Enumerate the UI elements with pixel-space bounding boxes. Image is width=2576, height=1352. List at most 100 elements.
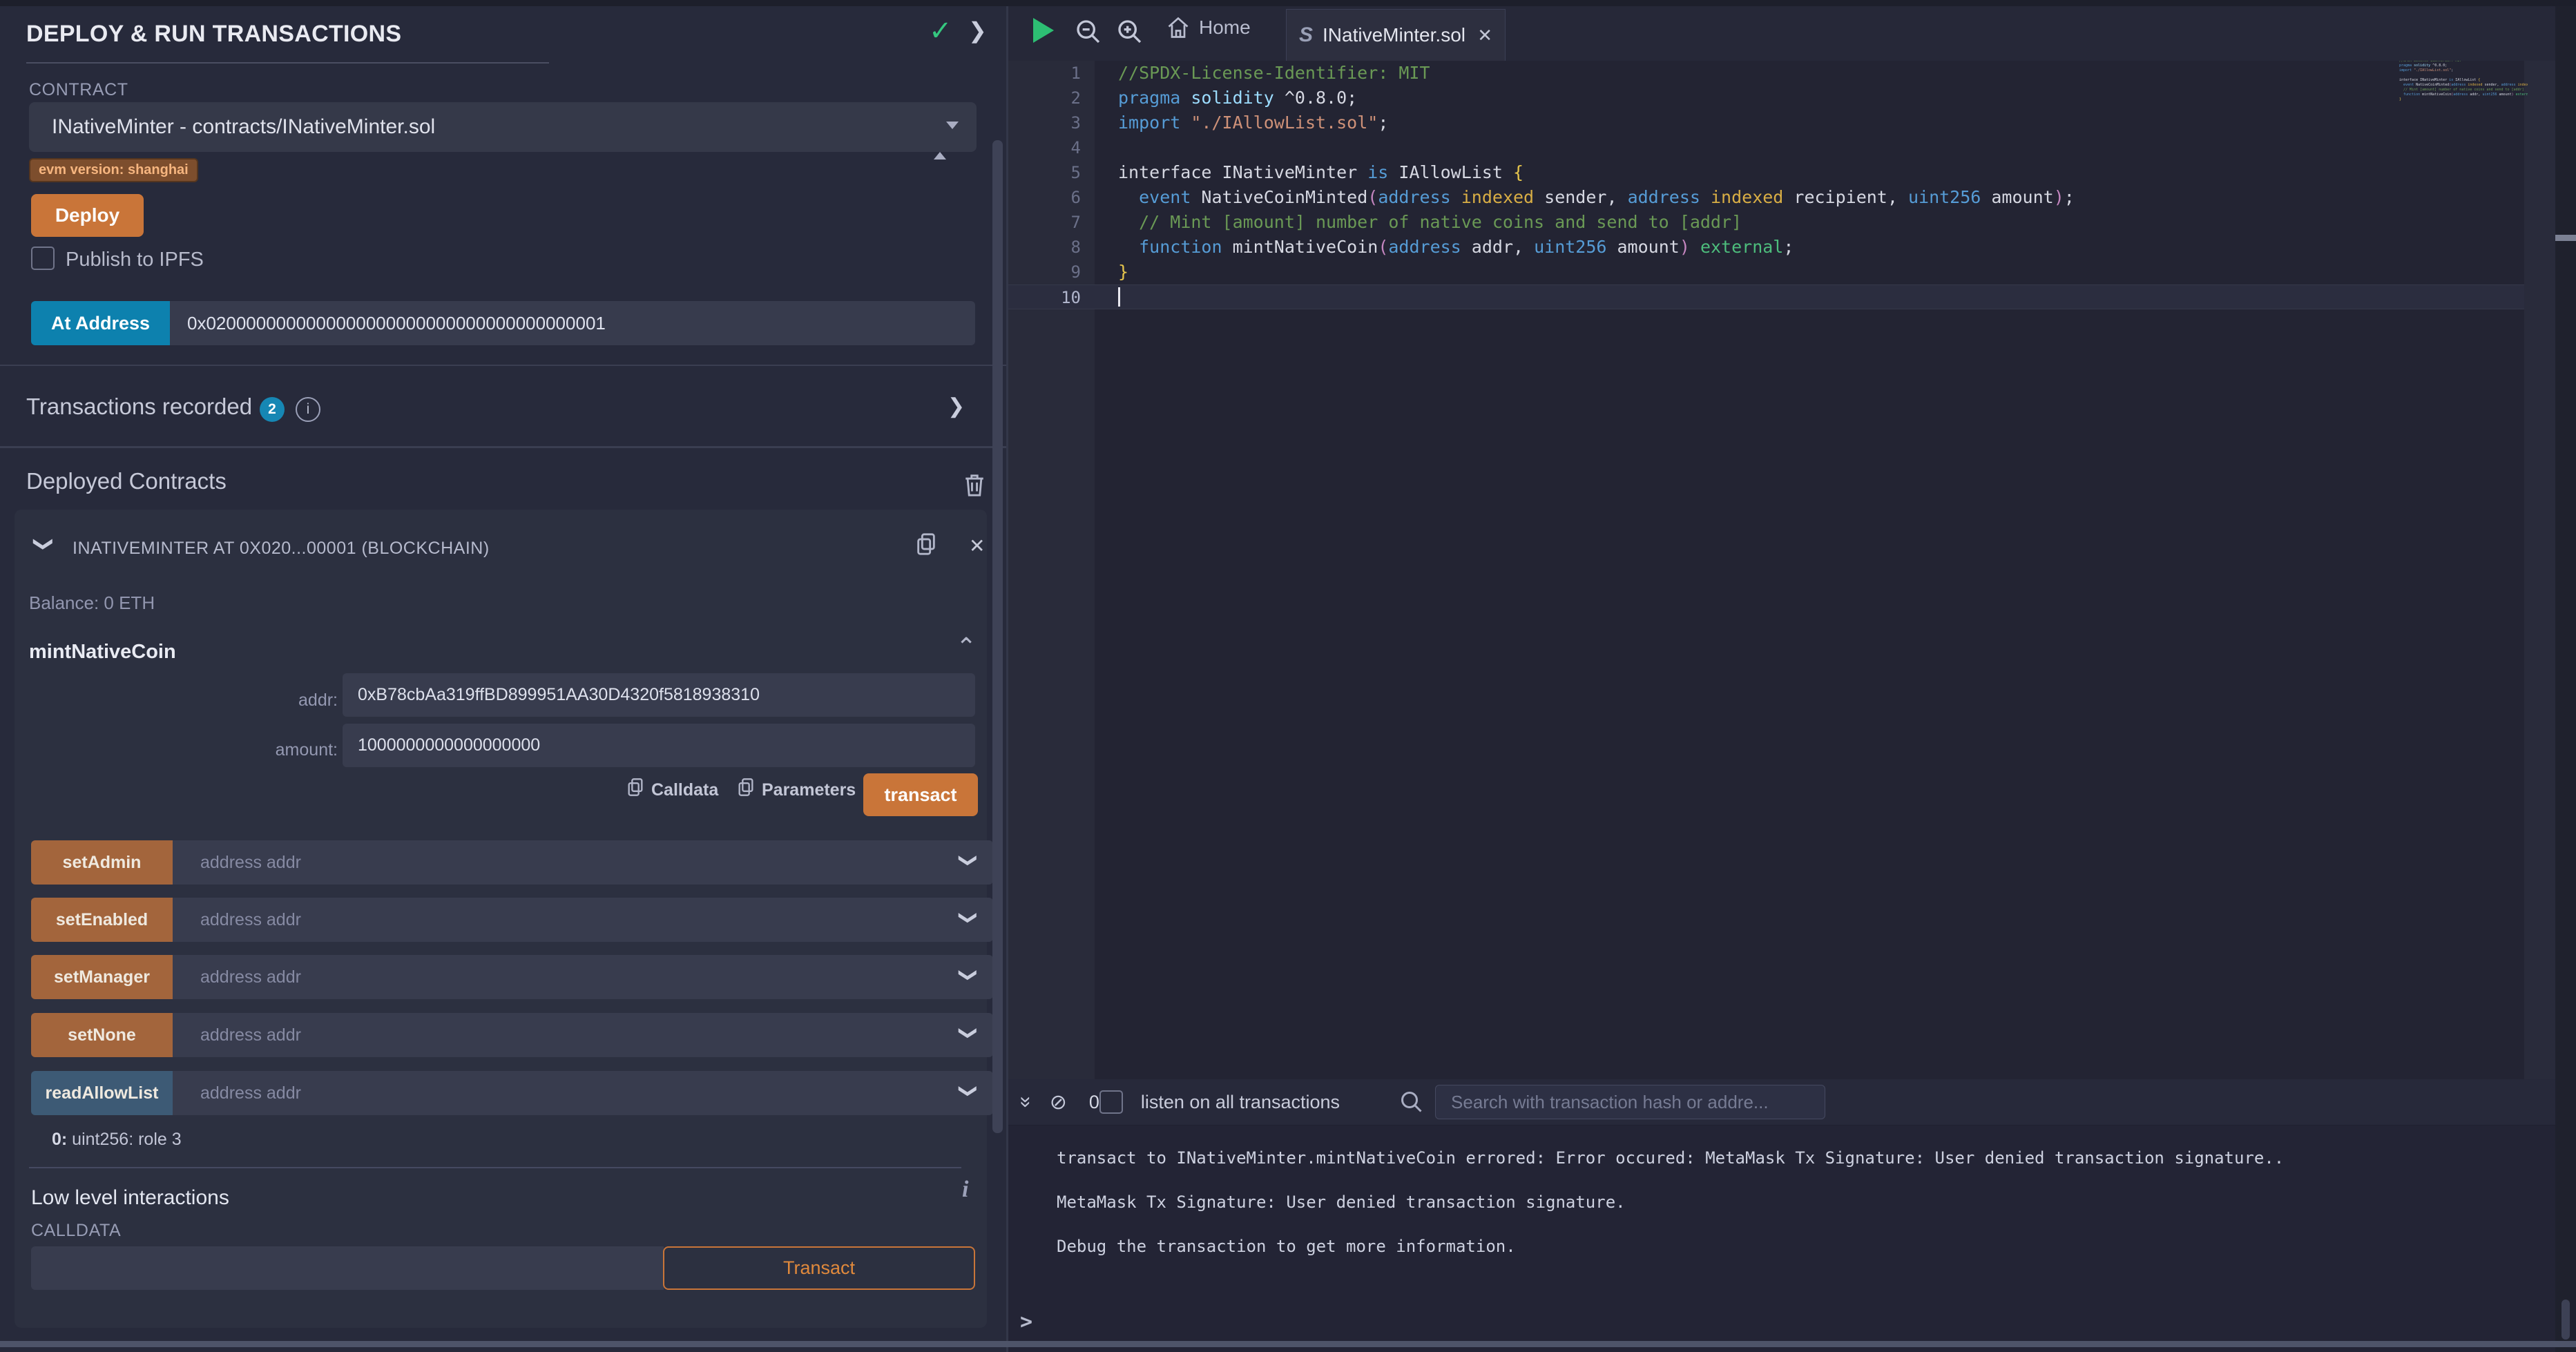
expand-args-icon[interactable]: ❯ [960,853,978,868]
evm-version-badge: evm version: shanghai [29,158,198,182]
code-editor: 1//SPDX-License-Identifier: MIT2pragma s… [1008,0,2555,1079]
solidity-file-icon: S [1299,23,1313,47]
deploy-run-panel: DEPLOY & RUN TRANSACTIONS ✓ ❯ CONTRACT I… [0,0,1006,1352]
editor-minimap[interactable]: //SPDX-License-Identifier: MITpragma sol… [2396,59,2528,107]
tab-inativeminter[interactable]: S INativeMinter.sol ✕ [1286,9,1506,61]
setnone-button[interactable]: setNone [31,1013,173,1057]
deploy-button[interactable]: Deploy [31,194,144,237]
section-divider [0,365,1006,366]
zoom-in-icon[interactable] [1116,18,1144,46]
transactions-recorded-label: Transactions recorded [26,394,252,420]
terminal-scrollbar-thumb[interactable] [2561,1300,2570,1340]
info-icon[interactable]: i [296,397,320,422]
setmanager-button[interactable]: setManager [31,955,173,999]
expand-args-icon[interactable]: ❯ [960,967,978,983]
select-arrows-icon [934,116,959,166]
terminal-message: MetaMask Tx Signature: User denied trans… [1057,1192,2555,1212]
editor-tabbar: Home S INativeMinter.sol ✕ [1008,0,2555,61]
compile-success-check-icon: ✓ [929,15,952,47]
terminal-header: » ⊘ 0 listen on all transactions [1008,1079,2555,1126]
tab-close-icon[interactable]: ✕ [1477,25,1492,46]
clear-contracts-trash-icon[interactable] [963,472,986,499]
home-icon [1166,15,1191,40]
copy-parameters-icon[interactable] [737,778,755,800]
publish-ipfs-label: Publish to IPFS [66,249,204,271]
deployed-contract-card: ❯ INATIVEMINTER AT 0X020...00001 (BLOCKC… [15,510,987,1328]
expand-args-icon[interactable]: ❯ [960,1025,978,1041]
remove-contract-icon[interactable]: ✕ [969,534,985,557]
terminal-body[interactable]: transact to INativeMinter.mintNativeCoin… [1008,1126,2555,1352]
low-level-title: Low level interactions [31,1186,229,1210]
card-divider [29,1167,961,1168]
section-divider [0,446,1006,448]
deployed-contracts-title: Deployed Contracts [26,468,227,494]
call-result: 0: uint256: role 3 [52,1130,182,1150]
contract-collapse-icon[interactable]: ❯ [35,536,54,552]
run-script-play-icon[interactable] [1033,18,1054,43]
transactions-expand-icon[interactable]: ❯ [948,396,965,417]
at-address-button[interactable]: At Address [31,301,170,345]
function-row-setnone: setNone ❯ [31,1013,993,1057]
contract-select[interactable]: INativeMinter - contracts/INativeMinter.… [29,102,977,152]
transact-button[interactable]: transact [863,773,978,816]
right-rail [2555,0,2576,1352]
terminal-prompt[interactable]: > [1020,1310,1032,1334]
copy-calldata-icon[interactable] [626,778,644,800]
low-level-info-icon[interactable]: i [962,1177,968,1203]
zoom-out-icon[interactable] [1075,18,1102,46]
contract-label: CONTRACT [29,80,128,100]
contract-select-value: INativeMinter - contracts/INativeMinter.… [52,115,435,138]
setenabled-button[interactable]: setEnabled [31,898,173,942]
tab-home-label: Home [1199,17,1251,39]
copy-address-icon[interactable] [915,532,937,556]
publish-ipfs-checkbox[interactable] [31,247,55,270]
clear-console-icon[interactable]: ⊘ [1050,1090,1067,1114]
readallowlist-button[interactable]: readAllowList [31,1071,173,1115]
call-result-index: 0: [52,1130,67,1149]
calldata-action-label[interactable]: Calldata [651,780,718,800]
param-addr-input[interactable] [343,673,975,717]
listen-transactions-checkbox[interactable] [1099,1090,1123,1114]
parameters-action-label[interactable]: Parameters [762,780,856,800]
expand-args-icon[interactable]: ❯ [960,910,978,925]
editor-scroll-track[interactable] [2524,0,2555,1079]
listen-transactions-label: listen on all transactions [1141,1092,1340,1113]
terminal: » ⊘ 0 listen on all transactions transac… [1008,1079,2555,1352]
call-result-value: uint256: role 3 [67,1130,181,1149]
panel-collapse-icon[interactable]: ❯ [968,19,987,41]
setadmin-input[interactable] [173,840,993,885]
param-addr-label: addr: [234,691,338,711]
calldata-label: CALLDATA [31,1221,121,1241]
panel-title: DEPLOY & RUN TRANSACTIONS [26,21,401,48]
at-address-row: At Address 0x020000000000000000000000000… [31,301,975,345]
bottom-scrollbar[interactable] [0,1341,2576,1347]
search-icon [1399,1090,1424,1114]
panel-scrollbar-thumb[interactable] [992,140,1003,1133]
code-lines[interactable]: 1//SPDX-License-Identifier: MIT2pragma s… [1008,61,2524,309]
title-underline [26,62,549,64]
param-amount-input[interactable] [343,724,975,767]
terminal-message: Debug the transaction to get more inform… [1057,1237,2555,1256]
param-amount-label: amount: [234,740,338,760]
terminal-search-input[interactable] [1435,1085,1825,1119]
setenabled-input[interactable] [173,898,993,942]
low-level-calldata-input[interactable] [31,1246,664,1290]
at-address-input[interactable]: 0x02000000000000000000000000000000000000… [170,301,975,345]
setnone-input[interactable] [173,1013,993,1057]
rail-resize-handle[interactable] [2555,235,2576,241]
readallowlist-input[interactable] [173,1071,993,1115]
setmanager-input[interactable] [173,955,993,999]
expand-args-icon[interactable]: ❯ [960,1083,978,1099]
function-row-setmanager: setManager ❯ [31,955,993,999]
function-row-setenabled: setEnabled ❯ [31,898,993,942]
contract-instance-header[interactable]: INATIVEMINTER AT 0X020...00001 (BLOCKCHA… [73,539,490,559]
pending-tx-count: 0 [1089,1092,1099,1113]
low-level-transact-button[interactable]: Transact [663,1246,975,1290]
function-row-setadmin: setAdmin ❯ [31,840,993,885]
setadmin-button[interactable]: setAdmin [31,840,173,885]
transactions-count-badge: 2 [260,397,285,422]
expand-terminal-icon[interactable]: » [1014,1097,1037,1108]
tab-home[interactable]: Home [1166,15,1251,40]
function-row-readallowlist: readAllowList ❯ [31,1071,993,1115]
function-collapse-icon[interactable]: ⌃ [956,632,977,661]
